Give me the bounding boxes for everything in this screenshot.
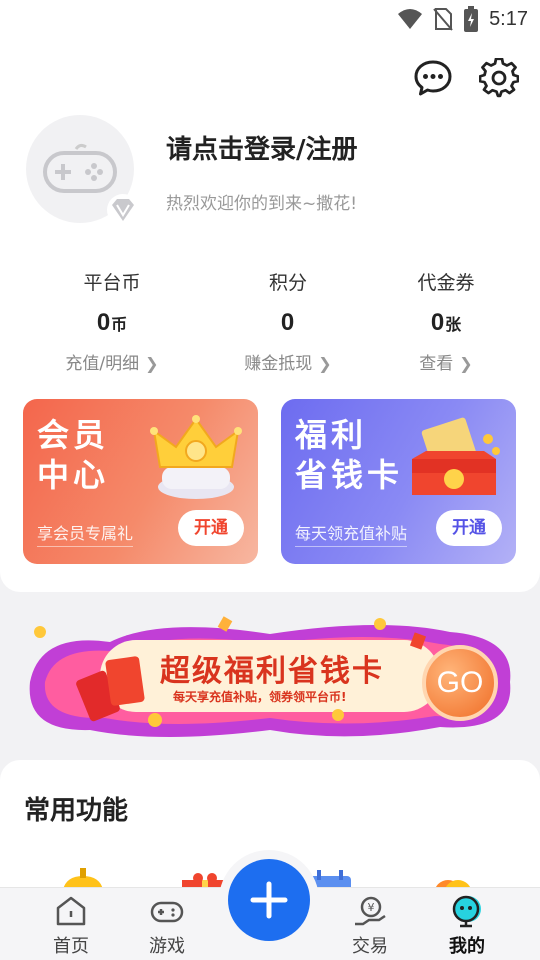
stat-points[interactable]: 积分 0 赚金抵现 ❯ bbox=[208, 268, 368, 374]
nav-trade[interactable]: ¥ 交易 bbox=[330, 894, 410, 958]
gear-icon[interactable] bbox=[479, 58, 519, 98]
stat-label: 代金券 bbox=[417, 272, 475, 294]
nav-mine[interactable]: 我的 bbox=[427, 894, 507, 958]
nav-label: 我的 bbox=[449, 936, 485, 957]
vip-center-card[interactable]: 会员 中心 享会员专属礼 开通 bbox=[23, 399, 258, 564]
gamepad-icon bbox=[150, 901, 184, 923]
stat-label: 积分 bbox=[268, 272, 307, 294]
avatar[interactable] bbox=[26, 115, 139, 226]
chevron-right-icon: ❯ bbox=[459, 354, 473, 373]
trade-icon: ¥ bbox=[355, 896, 386, 926]
plus-icon bbox=[250, 881, 288, 919]
banner-title: 超级福利省钱卡 bbox=[160, 654, 384, 689]
section-title: 常用功能 bbox=[24, 796, 129, 826]
stat-value: 0币 bbox=[96, 309, 128, 336]
stat-vouchers[interactable]: 代金券 0张 查看 ❯ bbox=[366, 268, 526, 374]
status-bar: 5:17 bbox=[0, 0, 540, 36]
nav-games[interactable]: 游戏 bbox=[127, 894, 207, 958]
savings-card-banner[interactable]: 超级福利省钱卡 每天享充值补贴，领券领平台币! GO bbox=[20, 612, 520, 747]
chevron-right-icon: ❯ bbox=[145, 354, 159, 373]
stat-link[interactable]: 查看 ❯ bbox=[366, 349, 526, 374]
wifi-icon bbox=[398, 9, 423, 29]
chat-icon[interactable] bbox=[413, 58, 453, 98]
banner-go-button[interactable]: GO bbox=[422, 645, 498, 721]
savings-card[interactable]: 福利 省钱卡 每天领充值补贴 开通 bbox=[281, 399, 516, 564]
gift-box-icon bbox=[412, 417, 500, 495]
stat-link[interactable]: 充值/明细 ❯ bbox=[32, 349, 192, 374]
battery-charging-icon bbox=[464, 6, 479, 32]
home-icon bbox=[56, 896, 86, 926]
promo-subtitle: 每天领充值补贴 bbox=[295, 520, 408, 547]
nav-label: 交易 bbox=[352, 936, 388, 957]
nav-label: 游戏 bbox=[149, 936, 185, 957]
crown-icon bbox=[150, 415, 242, 499]
promo-title: 会员 中心 bbox=[37, 416, 110, 494]
diamond-icon bbox=[107, 194, 139, 226]
gamepad-icon bbox=[43, 143, 117, 193]
nav-label: 首页 bbox=[53, 936, 89, 957]
add-button[interactable] bbox=[228, 859, 310, 941]
svg-text:¥: ¥ bbox=[368, 901, 375, 914]
login-title[interactable]: 请点击登录/注册 bbox=[166, 129, 358, 166]
welcome-text: 热烈欢迎你的到来~撒花! bbox=[166, 194, 358, 214]
stat-label: 平台币 bbox=[83, 272, 141, 294]
profile-icon bbox=[452, 895, 481, 928]
chevron-right-icon: ❯ bbox=[318, 354, 332, 373]
stat-value: 0 bbox=[280, 309, 295, 336]
promo-title: 福利 省钱卡 bbox=[295, 416, 404, 494]
stat-platform-coin[interactable]: 平台币 0币 充值/明细 ❯ bbox=[32, 268, 192, 374]
vip-open-button[interactable]: 开通 bbox=[178, 510, 244, 546]
no-sim-icon bbox=[433, 8, 453, 31]
nav-home[interactable]: 首页 bbox=[31, 894, 111, 958]
status-time: 5:17 bbox=[489, 7, 528, 30]
banner-subtitle: 每天享充值补贴，领券领平台币! bbox=[173, 690, 347, 704]
stat-link[interactable]: 赚金抵现 ❯ bbox=[208, 349, 368, 374]
promo-subtitle: 享会员专属礼 bbox=[37, 520, 134, 547]
savings-open-button[interactable]: 开通 bbox=[436, 510, 502, 546]
stat-value: 0张 bbox=[430, 309, 462, 336]
profile-card: 请点击登录/注册 热烈欢迎你的到来~撒花! 平台币 0币 充值/明细 ❯ 积分 0… bbox=[0, 36, 540, 592]
